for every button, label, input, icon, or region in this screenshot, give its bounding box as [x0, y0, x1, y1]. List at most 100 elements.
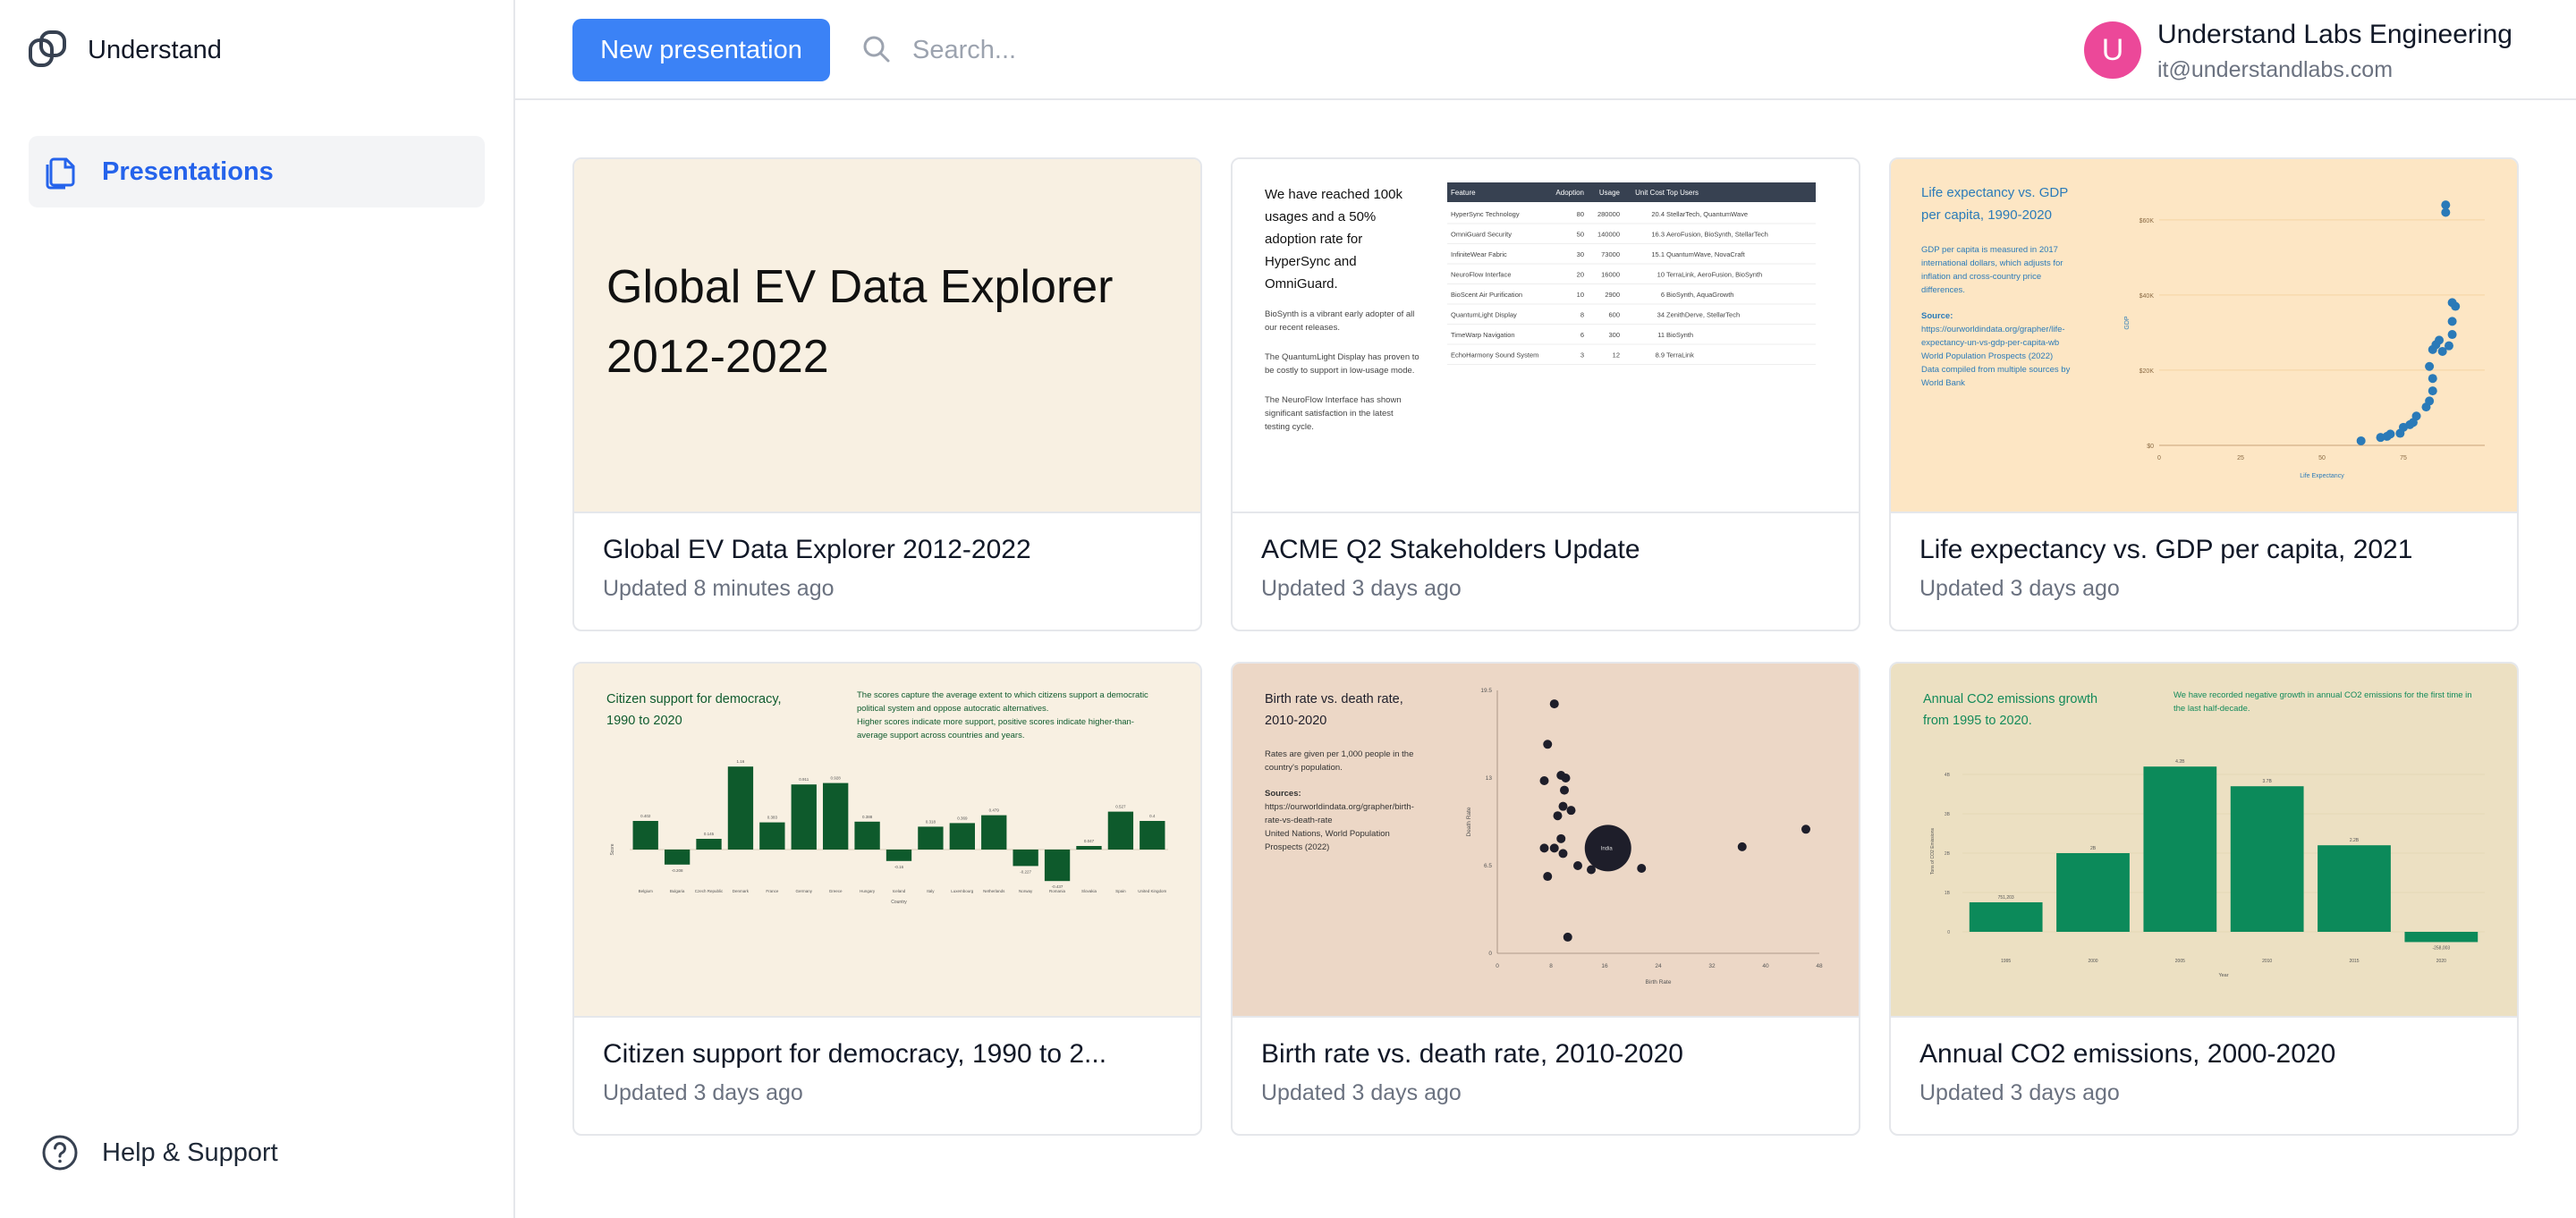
source-label: Sources:	[1265, 789, 1301, 799]
presentation-thumbnail[interactable]: Life expectancy vs. GDP per capita, 1990-…	[1891, 159, 2517, 513]
card-title[interactable]: Birth rate vs. death rate, 2010-2020	[1261, 1039, 1683, 1070]
card-updated: Updated 3 days ago	[1919, 576, 2120, 601]
y-tick-label: 0	[1947, 930, 1950, 935]
slide-preview: We have reached 100k usages and a 50% adop…	[1233, 159, 1859, 512]
card-updated: Updated 3 days ago	[1261, 576, 1462, 601]
data-point	[1558, 849, 1568, 859]
presentation-thumbnail[interactable]: Citizen support for democracy, 1990 to 20…	[574, 664, 1200, 1018]
x-axis-label: Country	[891, 900, 907, 905]
source-line: https://ourworldindata.org/grapher/birth…	[1265, 802, 1414, 812]
bar	[2318, 845, 2391, 932]
slide-paragraph: The NeuroFlow Interface has shown	[1265, 395, 1402, 405]
slide-heading: 1990 to 2020	[606, 714, 682, 728]
x-tick-label: Netherlands	[983, 889, 1005, 893]
new-presentation-button[interactable]: New presentation	[572, 19, 830, 81]
x-tick-label: Denmark	[733, 889, 750, 893]
presentation-thumbnail[interactable]: Annual CO2 emissions growth from 1995 to …	[1891, 664, 2517, 1018]
sidebar-item-presentations[interactable]: Presentations	[29, 136, 485, 207]
presentation-card[interactable]: Annual CO2 emissions growth from 1995 to …	[1889, 662, 2519, 1136]
table-cell: 15.1	[1651, 250, 1665, 258]
table-cell: NeuroFlow Interface	[1451, 271, 1512, 279]
data-point	[1543, 872, 1553, 882]
y-tick-label: 19.5	[1480, 688, 1492, 694]
search-input[interactable]	[912, 27, 1467, 73]
table-cell: TerraLink	[1666, 351, 1694, 359]
data-point	[1549, 699, 1559, 709]
bar	[1076, 846, 1102, 850]
slide-paragraph: inflation and cross-country price	[1921, 272, 2041, 282]
card-updated: Updated 3 days ago	[603, 1080, 803, 1105]
slide-title: 2012-2022	[606, 331, 829, 383]
x-tick-label: Czech Republic	[695, 889, 724, 893]
table-cell: QuantumLight Display	[1451, 311, 1517, 319]
y-tick-label: 0	[1488, 951, 1492, 957]
x-tick-label: 24	[1655, 963, 1662, 969]
table-cell: 12	[1613, 351, 1620, 359]
slide-paragraph: country's population.	[1265, 763, 1343, 773]
card-updated: Updated 8 minutes ago	[603, 576, 835, 601]
card-title[interactable]: Citizen support for democracy, 1990 to 2…	[603, 1039, 1106, 1070]
table-cell: 6	[1661, 291, 1665, 299]
x-tick-label: 8	[1549, 963, 1553, 969]
avatar[interactable]: U	[2084, 21, 2141, 79]
x-tick-label: Spain	[1115, 889, 1126, 893]
table-header-cell: Usage	[1599, 189, 1621, 197]
slide-paragraph: our recent releases.	[1265, 323, 1340, 333]
search-icon	[863, 36, 890, 63]
presentation-card[interactable]: We have reached 100k usages and a 50% adop…	[1231, 157, 1860, 631]
bar	[918, 826, 944, 850]
presentation-thumbnail[interactable]: We have reached 100k usages and a 50% adop…	[1233, 159, 1859, 513]
presentation-thumbnail[interactable]: Birth rate vs. death rate, 2010-2020 Rates…	[1233, 664, 1859, 1018]
presentation-thumbnail[interactable]: Global EV Data Explorer 2012-2022	[574, 159, 1200, 513]
x-tick-label: Germany	[796, 889, 813, 893]
data-label: 0.388	[862, 815, 873, 819]
y-tick-label: 2B	[1945, 851, 1951, 857]
slide-heading: adoption rate for	[1265, 232, 1362, 247]
data-label: 2.2B	[2350, 838, 2360, 843]
presentation-card[interactable]: Birth rate vs. death rate, 2010-2020 Rates…	[1231, 662, 1860, 1136]
table-cell: 11	[1657, 331, 1665, 339]
bar	[1969, 901, 2043, 932]
presentation-card[interactable]: Life expectancy vs. GDP per capita, 1990-…	[1889, 157, 2519, 631]
data-point	[1637, 864, 1647, 874]
slide-heading: 2010-2020	[1265, 714, 1326, 728]
table-cell: BioScent Air Purification	[1451, 291, 1522, 299]
x-tick-label: Romania	[1049, 889, 1066, 893]
x-tick-label: United Kingdom	[1138, 889, 1166, 893]
brand[interactable]: Understand	[27, 27, 222, 73]
y-axis-label: Death Rate	[1466, 807, 1472, 836]
table-cell: 2900	[1605, 291, 1620, 299]
slide-preview: Global EV Data Explorer 2012-2022	[574, 159, 1200, 512]
table-cell: InfiniteWear Fabric	[1451, 250, 1507, 258]
x-tick-label: 16	[1601, 963, 1608, 969]
source-line: https://ourworldindata.org/grapher/life-	[1921, 325, 2065, 334]
x-axis-label: Birth Rate	[1646, 979, 1672, 985]
presentation-card[interactable]: Citizen support for democracy, 1990 to 20…	[572, 662, 1202, 1136]
card-title[interactable]: ACME Q2 Stakeholders Update	[1261, 535, 1640, 565]
slide-preview: Birth rate vs. death rate, 2010-2020 Rates…	[1233, 664, 1859, 1016]
bar	[1044, 850, 1071, 882]
x-axis-label: Life Expectancy	[2300, 473, 2344, 479]
card-updated: Updated 3 days ago	[1261, 1080, 1462, 1105]
presentation-card[interactable]: Global EV Data Explorer 2012-2022 Global…	[572, 157, 1202, 631]
source-line: expectancy-un-vs-gdp-per-capita-wb	[1921, 338, 2059, 348]
slide-paragraph: The scores capture the average extent to…	[857, 690, 1148, 700]
data-point	[2425, 396, 2435, 406]
card-title[interactable]: Life expectancy vs. GDP per capita, 2021	[1919, 535, 2412, 565]
x-tick-label: 32	[1708, 963, 1716, 969]
y-tick-label: 3B	[1945, 812, 1951, 817]
x-tick-label: Bulgaria	[670, 889, 685, 893]
data-label: 0.318	[926, 819, 936, 824]
table-cell: 140000	[1597, 231, 1620, 239]
card-title[interactable]: Global EV Data Explorer 2012-2022	[603, 535, 1031, 565]
understand-logo-icon	[29, 30, 66, 67]
data-point	[2428, 374, 2437, 384]
slide-paragraph: Rates are given per 1,000 people in the	[1265, 749, 1413, 759]
help-support-link[interactable]: Help & Support	[41, 1134, 278, 1171]
card-title[interactable]: Annual CO2 emissions, 2000-2020	[1919, 1039, 2335, 1070]
slide-heading: Life expectancy vs. GDP	[1921, 185, 2068, 200]
bar	[2230, 786, 2304, 932]
top-bar: New presentation U Understand Labs Engin…	[515, 0, 2576, 100]
data-label: -0.227	[1020, 869, 1031, 874]
x-axis-label: Year	[2218, 973, 2228, 978]
